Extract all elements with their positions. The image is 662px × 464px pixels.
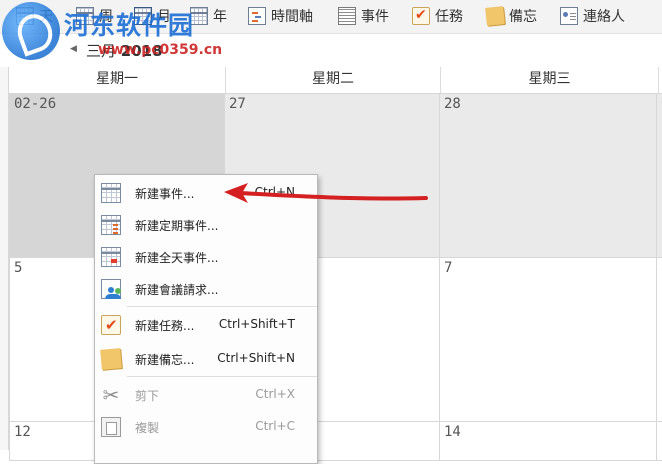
task-icon [412,7,430,25]
day-cell[interactable]: 0 [656,93,662,258]
weekday-monday: 星期一 [96,71,138,87]
menu-item-copy[interactable]: 複製 Ctrl+C [95,411,317,441]
contact-icon [560,7,578,25]
menu-item-shortcut: Ctrl+Shift+N [217,351,295,365]
copy-icon [101,417,121,437]
menu-item-new-meeting-request[interactable]: 新建會議請求... [95,273,317,303]
day-cell[interactable]: 1 [656,421,662,461]
menu-item-label: 新建定期事件... [135,219,219,233]
event-list-icon [338,7,356,25]
weekday-thursday-partial [658,67,662,93]
toolbar-contacts-button[interactable]: 連絡人 [560,4,625,28]
day-cell[interactable]: 8 [656,257,662,422]
toolbar-events-button[interactable]: 事件 [338,4,389,28]
menu-item-label: 複製 [135,421,160,435]
menu-item-shortcut: Ctrl+Shift+T [218,317,295,331]
weekday-tuesday: 星期二 [225,67,440,93]
menu-item-label: 新建任務... [135,319,195,333]
menu-item-cut[interactable]: ✂ 剪下 Ctrl+X [95,379,317,409]
menu-separator [127,376,317,377]
menu-item-new-task[interactable]: 新建任務... Ctrl+Shift+T [95,309,317,339]
toolbar-tasks-label: 任務 [435,9,463,25]
task-checklist-icon [101,315,121,335]
day-number: 27 [229,96,246,112]
day-cell[interactable]: 14 [439,421,657,461]
toolbar-timeline-button[interactable]: 時間軸 [248,4,313,28]
arrow-shaft [238,191,428,201]
toolbar-events-label: 事件 [361,9,389,25]
day-number: 12 [14,424,31,440]
menu-item-label: 新建全天事件... [135,251,219,265]
menu-item-new-recurring-event[interactable]: 新建定期事件... [95,209,317,239]
day-number: 28 [444,96,461,112]
weekday-wednesday: 星期三 [440,67,658,93]
toolbar-memo-label: 備忘 [509,9,537,25]
meeting-people-icon [101,279,121,299]
menu-separator [127,306,317,307]
red-pointer-arrow-icon [224,183,428,203]
toolbar-contacts-label: 連絡人 [583,9,625,25]
scissors-icon: ✂ [102,383,120,407]
timeline-icon [248,7,266,25]
menu-item-shortcut: Ctrl+C [255,419,295,433]
toolbar-tasks-button[interactable]: 任務 [412,4,463,28]
day-number: 14 [444,424,461,440]
watermark-title: 河东软件园 [64,11,195,40]
toolbar-timeline-label: 時間軸 [271,9,313,25]
watermark-url: www.pc0359.cn [98,42,223,58]
menu-item-label: 新建備忘... [135,353,195,367]
watermark-logo-icon [2,2,60,60]
menu-item-new-allday-event[interactable]: 新建全天事件... [95,241,317,271]
memo-icon [485,6,505,26]
toolbar-year-button[interactable]: 年 [190,4,227,28]
day-cell[interactable]: 28 [439,93,657,258]
menu-item-label: 新建事件... [135,187,195,201]
day-number: 02-26 [14,96,57,112]
sticky-note-icon [100,348,122,370]
context-menu: 新建事件... Ctrl+N 新建定期事件... 新建全天事件... 新建會議請… [94,174,318,464]
left-side-strip [0,67,9,450]
toolbar-memo-button[interactable]: 備忘 [485,4,537,28]
menu-item-label: 新建會議請求... [135,283,219,297]
recurring-calendar-icon [101,215,121,235]
month-prev-caret-icon[interactable]: ◀ [70,44,77,54]
menu-item-shortcut: Ctrl+X [255,387,295,401]
toolbar-year-label: 年 [213,9,227,25]
allday-calendar-icon [101,247,121,267]
day-number: 7 [444,260,453,276]
weekday-header: 星期一 星期二 星期三 [9,67,662,94]
menu-item-label: 剪下 [135,389,160,403]
calendar-icon [101,183,121,203]
day-number: 5 [14,260,23,276]
menu-item-new-memo[interactable]: 新建備忘... Ctrl+Shift+N [95,343,317,373]
day-cell[interactable]: 7 [439,257,657,422]
